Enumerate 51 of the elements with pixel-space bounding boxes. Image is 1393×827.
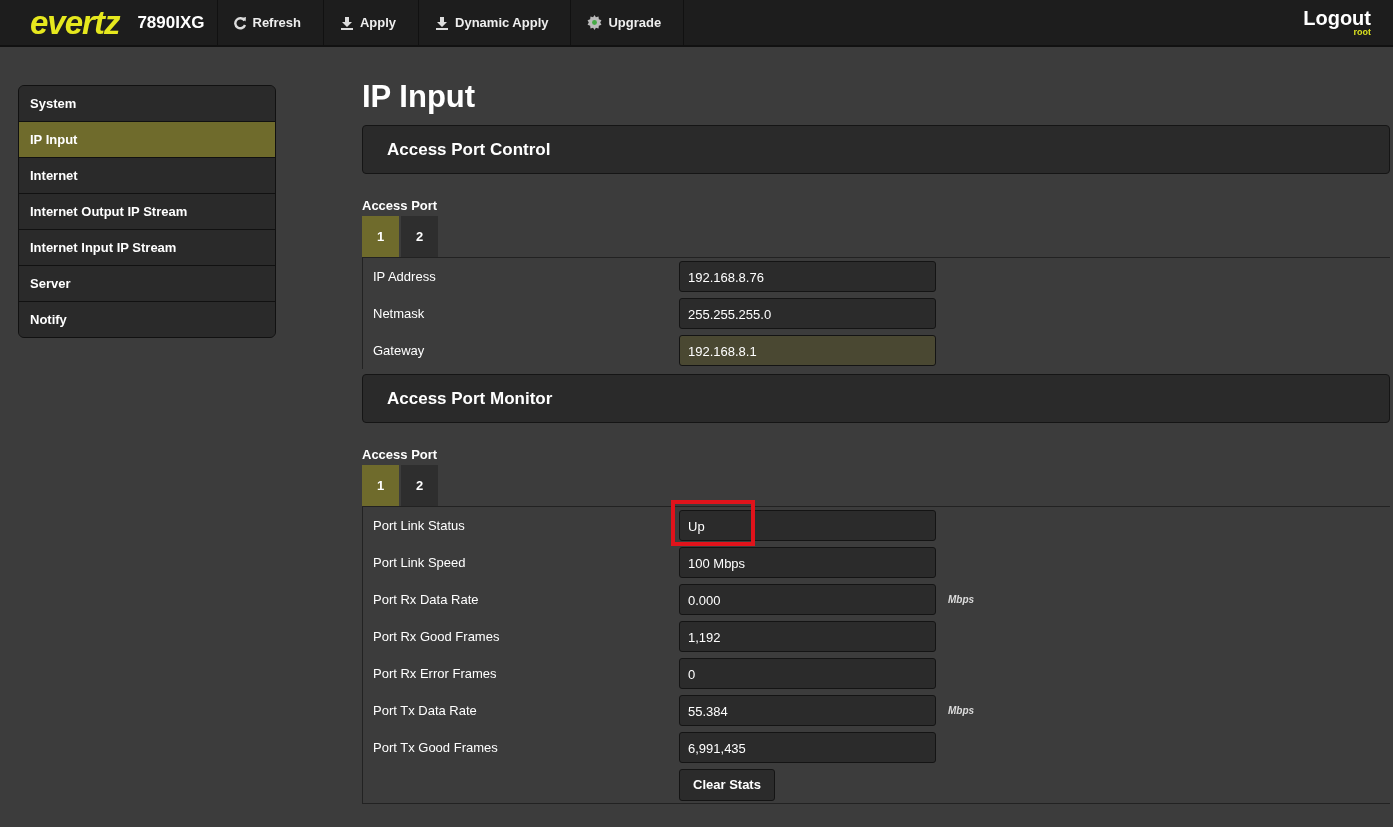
value-field: 6,991,435	[679, 732, 936, 763]
sidebar-item[interactable]: IP Input	[19, 122, 275, 158]
sidebar-item[interactable]: System	[19, 86, 275, 122]
unit-label: Mbps	[948, 705, 975, 716]
sidebar-item[interactable]: Server	[19, 266, 275, 302]
input-field[interactable]: 192.168.8.1	[679, 335, 936, 366]
field-label: Port Link Status	[372, 518, 466, 533]
port-tab[interactable]: 2	[401, 216, 438, 257]
sidebar-item[interactable]: Internet Input IP Stream	[19, 230, 275, 266]
value-field: Up	[679, 510, 936, 541]
username: root	[1353, 28, 1371, 37]
input-field[interactable]: 255.255.255.0	[679, 298, 936, 329]
value-field: 1,192	[679, 621, 936, 652]
input-field[interactable]: 192.168.8.76	[679, 261, 936, 292]
field-label: Access Port	[362, 198, 439, 213]
toolbar-button[interactable]: Refresh	[216, 0, 323, 45]
section-title: Access Port Control	[387, 139, 551, 160]
toolbar-button[interactable]: Upgrade	[570, 0, 685, 45]
value-field: 0.000	[679, 584, 936, 615]
field-label: Access Port	[362, 447, 439, 462]
value-field: 100 Mbps	[679, 547, 936, 578]
field-label: IP Address	[372, 269, 437, 284]
section-title: Access Port Monitor	[387, 388, 553, 409]
logout-link[interactable]: Logout	[1303, 8, 1371, 28]
device-model: 7890IXG	[137, 12, 205, 33]
sidebar-item[interactable]: Internet	[19, 158, 275, 194]
brand-logo: evertz	[30, 3, 120, 42]
field-label: Port Tx Data Rate	[372, 703, 478, 718]
field-label: Port Rx Data Rate	[372, 592, 480, 607]
sidebar-item[interactable]: Notify	[19, 302, 275, 337]
value-field: 0	[679, 658, 936, 689]
download-icon	[339, 15, 354, 30]
field-label: Port Rx Error Frames	[372, 666, 498, 681]
port-tab[interactable]: 2	[401, 465, 438, 506]
clear-stats-button[interactable]: Clear Stats	[679, 768, 775, 801]
gear-icon	[587, 15, 603, 30]
refresh-icon	[233, 15, 247, 30]
toolbar-button[interactable]: Apply	[322, 0, 419, 45]
field-label: Port Tx Good Frames	[372, 740, 499, 755]
value-field: 55.384	[679, 695, 936, 726]
port-tab[interactable]: 1	[362, 216, 399, 257]
download-icon	[435, 15, 450, 30]
field-label: Gateway	[372, 343, 426, 358]
toolbar-button[interactable]: Dynamic Apply	[418, 0, 571, 45]
field-label: Port Rx Good Frames	[372, 629, 501, 644]
port-tab[interactable]: 1	[362, 465, 399, 506]
sidebar-item[interactable]: Internet Output IP Stream	[19, 194, 275, 230]
page-title: IP Input	[362, 79, 477, 115]
unit-label: Mbps	[948, 594, 975, 605]
field-label: Port Link Speed	[372, 555, 467, 570]
field-label: Netmask	[372, 306, 426, 321]
